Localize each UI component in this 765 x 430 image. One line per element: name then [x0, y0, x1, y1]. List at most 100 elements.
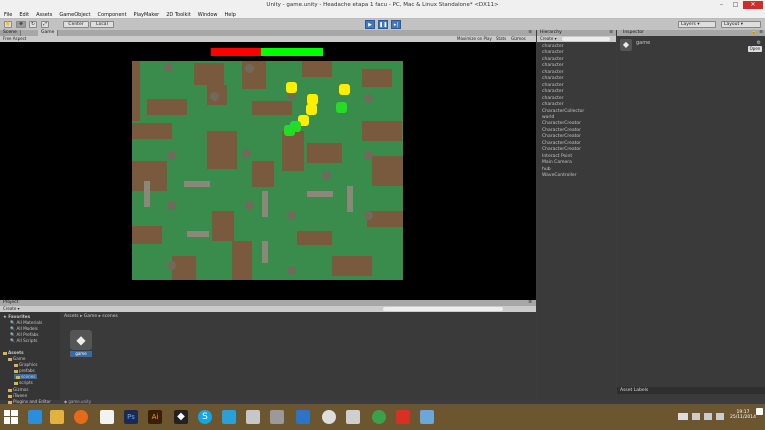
hand-tool-icon[interactable]: ✋ — [4, 21, 12, 28]
menu-help[interactable]: Help — [225, 11, 236, 18]
folder-game[interactable]: Game — [8, 356, 25, 361]
hierarchy-item[interactable]: CharacterCreator — [542, 121, 581, 126]
project-breadcrumb[interactable]: Assets ▸ Game ▸ scenes — [64, 314, 118, 319]
rotate-tool-icon[interactable]: ↻ — [29, 21, 37, 28]
hierarchy-create-button[interactable]: Create ▾ — [540, 36, 557, 42]
app-icon-7[interactable] — [396, 410, 410, 424]
hierarchy-item[interactable]: Main Camera — [542, 160, 572, 165]
app-icon-4[interactable] — [296, 410, 310, 424]
layout-dropdown[interactable]: Layout ▾ — [721, 21, 761, 28]
app-icon-1[interactable] — [222, 410, 236, 424]
notification-icon[interactable] — [756, 408, 763, 415]
hierarchy-search-input[interactable] — [562, 37, 610, 41]
folder-itween[interactable]: iTween — [8, 393, 27, 398]
gizmos-dropdown[interactable]: Gizmos — [511, 36, 526, 42]
fav-all-scripts[interactable]: 🔍 All Scripts — [10, 338, 37, 344]
illustrator-icon[interactable]: Ai — [148, 410, 162, 424]
character-yellow[interactable] — [286, 82, 297, 93]
app-icon-3[interactable] — [270, 410, 284, 424]
folder-gizmos[interactable]: Gizmos — [8, 387, 28, 392]
settings-gear-icon[interactable]: ⚙ — [757, 40, 761, 46]
panel-menu-icon[interactable]: ≡ — [759, 30, 763, 36]
character-yellow[interactable] — [306, 104, 317, 115]
document-icon[interactable] — [100, 410, 114, 424]
app-icon-8[interactable] — [420, 410, 434, 424]
maximize-on-play-toggle[interactable]: Maximize on Play — [457, 36, 492, 42]
hierarchy-item[interactable]: character — [542, 89, 564, 94]
hierarchy-item[interactable]: WaveController — [542, 173, 577, 178]
photoshop-icon[interactable]: Ps — [124, 410, 138, 424]
folder-graphics[interactable]: Graphics — [14, 362, 38, 367]
pause-icon[interactable]: ❚❚ — [378, 20, 388, 29]
folder-prefabs[interactable]: prefabs — [14, 368, 35, 373]
firefox-icon[interactable] — [74, 410, 88, 424]
menu-component[interactable]: Component — [98, 11, 127, 18]
hierarchy-item[interactable]: CharacterCreator — [542, 134, 581, 139]
open-button[interactable]: Open — [748, 46, 762, 52]
character-yellow[interactable] — [339, 84, 350, 95]
character-green[interactable] — [284, 125, 295, 136]
menu-playmaker[interactable]: PlayMaker — [134, 11, 160, 18]
system-tray-icon[interactable] — [692, 413, 700, 420]
chrome-icon[interactable] — [372, 410, 386, 424]
app-icon-5[interactable] — [322, 410, 336, 424]
menu-2d-toolkit[interactable]: 2D Toolkit — [166, 11, 191, 18]
skype-icon[interactable]: S — [198, 410, 212, 424]
hierarchy-item[interactable]: character — [542, 96, 564, 101]
maximize-icon[interactable]: □ — [729, 1, 742, 9]
hierarchy-item[interactable]: character — [542, 83, 564, 88]
move-tool-icon[interactable]: ✥ — [16, 21, 26, 28]
app-icon-6[interactable] — [346, 410, 360, 424]
asset-labels-bar[interactable]: Asset Labels — [617, 387, 765, 394]
hierarchy-item[interactable]: CharacterCreator — [542, 141, 581, 146]
pivot-toggle[interactable]: Center — [63, 21, 89, 28]
hierarchy-item[interactable]: world — [542, 115, 554, 120]
hierarchy-item[interactable]: character — [542, 57, 564, 62]
folder-scenes[interactable]: scenes — [14, 374, 38, 379]
hierarchy-item[interactable]: character — [542, 44, 564, 49]
volume-icon[interactable] — [716, 413, 724, 420]
hierarchy-item[interactable]: CharacterCollector — [542, 109, 584, 114]
game-world-map[interactable] — [132, 61, 403, 280]
menu-file[interactable]: File — [4, 11, 12, 18]
hierarchy-item[interactable]: character — [542, 70, 564, 75]
folder-scripts[interactable]: scripts — [14, 380, 33, 385]
favorites-header[interactable]: ★ Favorites — [3, 314, 30, 319]
lock-icon[interactable]: 🔒 — [751, 30, 757, 36]
project-search-input[interactable] — [383, 307, 503, 311]
taskbar-clock[interactable]: 19:17 25/11/2014 — [730, 410, 756, 420]
hierarchy-item[interactable]: CharacterCreator — [542, 147, 581, 152]
menu-window[interactable]: Window — [198, 11, 218, 18]
keyboard-icon[interactable] — [678, 413, 688, 420]
character-green[interactable] — [336, 102, 347, 113]
close-icon[interactable]: ✕ — [743, 1, 763, 9]
unity-icon[interactable]: ◆ — [174, 410, 188, 424]
hierarchy-item[interactable]: character — [542, 102, 564, 107]
network-icon[interactable] — [704, 413, 712, 420]
app-icon-2[interactable] — [246, 410, 260, 424]
layers-dropdown[interactable]: Layers ▾ — [678, 21, 716, 28]
hierarchy-item[interactable]: character — [542, 63, 564, 68]
scale-tool-icon[interactable]: ⤢ — [41, 21, 49, 28]
hierarchy-item[interactable]: Interact Point — [542, 154, 572, 159]
play-icon[interactable]: ▶ — [365, 20, 375, 29]
file-explorer-icon[interactable] — [50, 410, 64, 424]
minimize-icon[interactable]: – — [715, 1, 728, 9]
hierarchy-item[interactable]: CharacterCreator — [542, 128, 581, 133]
scene-asset-icon[interactable]: ◆ — [70, 330, 92, 350]
menu-gameobject[interactable]: GameObject — [59, 11, 90, 18]
step-icon[interactable]: ▸| — [391, 20, 401, 29]
space-toggle[interactable]: Local — [90, 21, 114, 28]
hierarchy-item[interactable]: hub — [542, 167, 551, 172]
menu-edit[interactable]: Edit — [19, 11, 29, 18]
inspector-title[interactable]: Inspector — [623, 30, 644, 36]
internet-explorer-icon[interactable] — [28, 410, 42, 424]
windows-start-icon[interactable] — [4, 410, 18, 424]
scene-asset-label[interactable]: game — [70, 351, 92, 357]
aspect-dropdown[interactable]: Free Aspect — [3, 36, 26, 42]
stats-toggle[interactable]: Stats — [496, 36, 506, 42]
hierarchy-item[interactable]: character — [542, 50, 564, 55]
hierarchy-item[interactable]: character — [542, 76, 564, 81]
menu-assets[interactable]: Assets — [36, 11, 52, 18]
assets-folder[interactable]: Assets — [3, 350, 24, 355]
